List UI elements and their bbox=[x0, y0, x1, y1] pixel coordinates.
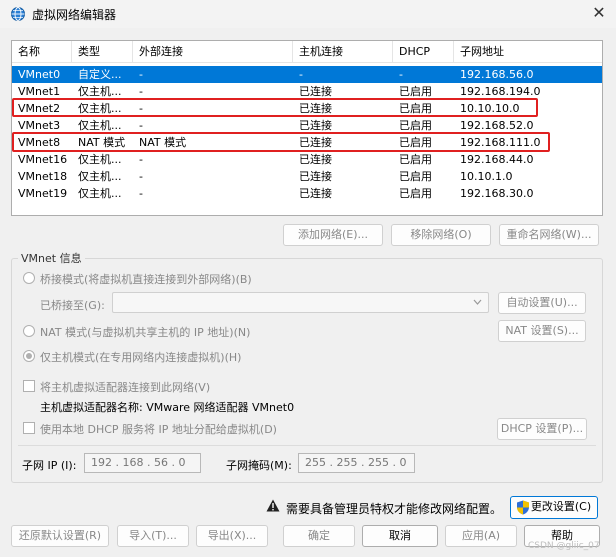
chevron-down-icon bbox=[473, 299, 482, 305]
column-header-type[interactable]: 类型 bbox=[72, 41, 133, 63]
cell-host: 已连接 bbox=[299, 153, 332, 166]
uac-shield-icon bbox=[517, 500, 529, 515]
cell-host: 已连接 bbox=[299, 187, 332, 200]
cell-name: VMnet0 bbox=[18, 68, 61, 81]
connect-adapter-checkbox[interactable] bbox=[23, 380, 35, 392]
table-row[interactable]: VMnet0 自定义... - - - 192.168.56.0 bbox=[12, 66, 602, 83]
cell-subnet: 192.168.30.0 bbox=[460, 187, 534, 200]
remove-network-button[interactable]: 移除网络(O) bbox=[391, 224, 491, 246]
cell-dhcp: 已启用 bbox=[399, 153, 432, 166]
subnet-mask-input[interactable]: 255 . 255 . 255 . 0 bbox=[298, 453, 415, 473]
subnet-ip-label: 子网 IP (I): bbox=[22, 459, 77, 472]
highlight-box-vmnet8 bbox=[12, 132, 550, 152]
warning-icon bbox=[266, 499, 280, 512]
host-only-radio[interactable] bbox=[23, 350, 35, 362]
cell-subnet: 192.168.44.0 bbox=[460, 153, 534, 166]
table-header: 名称 类型 外部连接 主机连接 DHCP 子网地址 bbox=[12, 41, 602, 63]
bridged-to-select[interactable] bbox=[112, 292, 489, 313]
cell-type: 自定义... bbox=[78, 68, 122, 81]
highlight-box-vmnet2 bbox=[12, 98, 538, 117]
column-header-subnet[interactable]: 子网地址 bbox=[454, 41, 602, 63]
vmnet-info-title: VMnet 信息 bbox=[18, 250, 85, 266]
admin-warning-text: 需要具备管理员特权才能修改网络配置。 bbox=[286, 502, 503, 516]
cell-external: - bbox=[139, 187, 143, 200]
cell-external: - bbox=[139, 153, 143, 166]
cell-external: - bbox=[139, 68, 143, 81]
ok-button[interactable]: 确定 bbox=[283, 525, 355, 547]
export-button[interactable]: 导出(X)... bbox=[196, 525, 268, 547]
cell-type: 仅主机... bbox=[78, 187, 122, 200]
change-settings-label: 更改设置(C) bbox=[530, 500, 592, 513]
nat-radio[interactable] bbox=[23, 325, 35, 337]
table-row[interactable]: VMnet16 仅主机... - 已连接 已启用 192.168.44.0 bbox=[12, 151, 602, 168]
bridged-label: 桥接模式(将虚拟机直接连接到外部网络)(B) bbox=[40, 273, 252, 286]
dhcp-settings-button[interactable]: DHCP 设置(P)... bbox=[497, 418, 587, 440]
cell-type: 仅主机... bbox=[78, 170, 122, 183]
use-dhcp-label: 使用本地 DHCP 服务将 IP 地址分配给虚拟机(D) bbox=[40, 423, 277, 436]
nat-settings-button[interactable]: NAT 设置(S)... bbox=[498, 320, 586, 342]
nat-label: NAT 模式(与虚拟机共享主机的 IP 地址)(N) bbox=[40, 326, 251, 339]
window-title: 虚拟网络编辑器 bbox=[32, 8, 117, 22]
column-header-dhcp[interactable]: DHCP bbox=[393, 41, 454, 63]
adapter-name-label: 主机虚拟适配器名称: VMware 网络适配器 VMnet0 bbox=[40, 401, 295, 414]
cell-name: VMnet18 bbox=[18, 170, 68, 183]
column-header-name[interactable]: 名称 bbox=[12, 41, 72, 63]
subnet-ip-input[interactable]: 192 . 168 . 56 . 0 bbox=[84, 453, 201, 473]
column-header-host[interactable]: 主机连接 bbox=[293, 41, 393, 63]
restore-defaults-button[interactable]: 还原默认设置(R) bbox=[11, 525, 109, 547]
divider bbox=[18, 445, 596, 446]
apply-button[interactable]: 应用(A) bbox=[445, 525, 517, 547]
title-bar: 虚拟网络编辑器 ✕ bbox=[0, 0, 616, 28]
table-row[interactable]: VMnet19 仅主机... - 已连接 已启用 192.168.30.0 bbox=[12, 185, 602, 202]
bridged-radio[interactable] bbox=[23, 272, 35, 284]
cell-subnet: 10.10.1.0 bbox=[460, 170, 513, 183]
column-header-external[interactable]: 外部连接 bbox=[133, 41, 293, 63]
network-globe-icon bbox=[11, 7, 25, 21]
cell-name: VMnet19 bbox=[18, 187, 68, 200]
watermark: CSDN @gliic_07 bbox=[528, 541, 600, 551]
use-dhcp-checkbox[interactable] bbox=[23, 422, 35, 434]
cell-host: 已连接 bbox=[299, 170, 332, 183]
cell-host: - bbox=[299, 68, 303, 81]
connect-adapter-label: 将主机虚拟适配器连接到此网络(V) bbox=[40, 381, 211, 394]
import-button[interactable]: 导入(T)... bbox=[117, 525, 189, 547]
cell-dhcp: 已启用 bbox=[399, 170, 432, 183]
cancel-button[interactable]: 取消 bbox=[362, 525, 438, 547]
table-row[interactable]: VMnet18 仅主机... - 已连接 已启用 10.10.1.0 bbox=[12, 168, 602, 185]
cell-name: VMnet16 bbox=[18, 153, 68, 166]
host-only-label: 仅主机模式(在专用网络内连接虚拟机)(H) bbox=[40, 351, 242, 364]
close-icon[interactable]: ✕ bbox=[586, 2, 612, 24]
change-settings-button[interactable]: 更改设置(C) bbox=[510, 496, 598, 519]
auto-settings-button[interactable]: 自动设置(U)... bbox=[498, 292, 586, 314]
subnet-mask-label: 子网掩码(M): bbox=[226, 459, 292, 472]
bridged-to-label: 已桥接至(G): bbox=[40, 299, 105, 312]
cell-dhcp: 已启用 bbox=[399, 187, 432, 200]
network-table[interactable]: 名称 类型 外部连接 主机连接 DHCP 子网地址 VMnet0 自定义... … bbox=[11, 40, 603, 216]
rename-network-button[interactable]: 重命名网络(W)... bbox=[499, 224, 599, 246]
cell-dhcp: - bbox=[399, 68, 403, 81]
cell-subnet: 192.168.56.0 bbox=[460, 68, 534, 81]
cell-type: 仅主机... bbox=[78, 153, 122, 166]
add-network-button[interactable]: 添加网络(E)... bbox=[283, 224, 383, 246]
cell-external: - bbox=[139, 170, 143, 183]
